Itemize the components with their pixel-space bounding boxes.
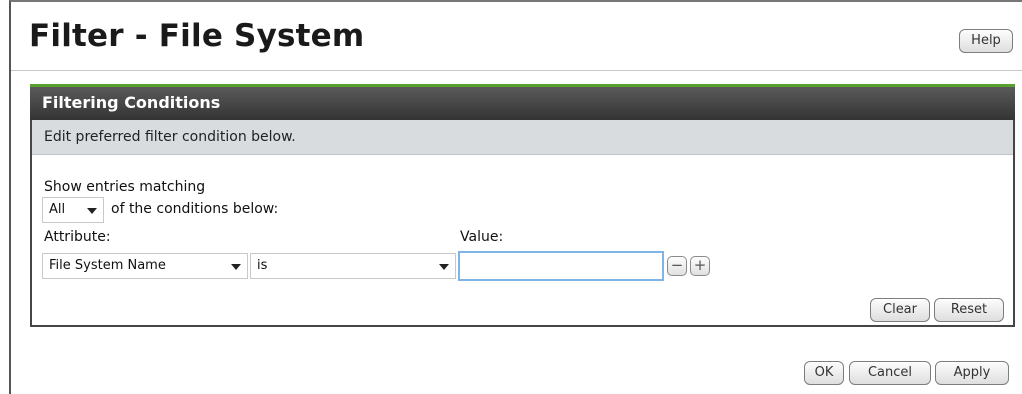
- show-entries-label: Show entries matching: [44, 179, 206, 195]
- attribute-select-value: File System Name: [49, 258, 166, 273]
- value-input[interactable]: [458, 251, 664, 281]
- filter-dialog: Filter - File System Help Filtering Cond…: [9, 0, 1022, 394]
- cancel-button[interactable]: Cancel: [849, 361, 931, 385]
- operator-select[interactable]: is: [250, 253, 456, 279]
- panel-instruction-text: Edit preferred filter condition below.: [44, 129, 296, 145]
- match-mode-select-value: All: [49, 202, 66, 217]
- apply-button[interactable]: Apply: [935, 361, 1009, 385]
- chevron-down-icon: [87, 208, 97, 214]
- clear-button[interactable]: Clear: [870, 298, 930, 322]
- attribute-label: Attribute:: [44, 229, 111, 245]
- help-button[interactable]: Help: [959, 29, 1013, 53]
- chevron-down-icon: [439, 264, 449, 270]
- panel-title: Filtering Conditions: [42, 93, 221, 112]
- match-mode-select[interactable]: All: [42, 197, 104, 223]
- conditions-suffix-label: of the conditions below:: [111, 201, 279, 217]
- minus-icon: −: [670, 256, 684, 274]
- plus-icon: +: [693, 256, 707, 274]
- operator-select-value: is: [257, 258, 268, 273]
- page-title: Filter - File System: [29, 18, 365, 54]
- ok-button[interactable]: OK: [804, 361, 844, 385]
- dialog-title-bar: Filter - File System Help: [11, 2, 1022, 71]
- add-condition-button[interactable]: +: [690, 256, 710, 276]
- attribute-select[interactable]: File System Name: [42, 253, 248, 279]
- chevron-down-icon: [231, 264, 241, 270]
- remove-condition-button[interactable]: −: [667, 256, 687, 276]
- value-label: Value:: [460, 229, 504, 245]
- panel-instruction-bar: Edit preferred filter condition below.: [32, 120, 1013, 155]
- reset-button[interactable]: Reset: [934, 298, 1004, 322]
- panel-header: Filtering Conditions: [30, 84, 1015, 120]
- filtering-conditions-panel: Filtering Conditions Edit preferred filt…: [30, 84, 1015, 327]
